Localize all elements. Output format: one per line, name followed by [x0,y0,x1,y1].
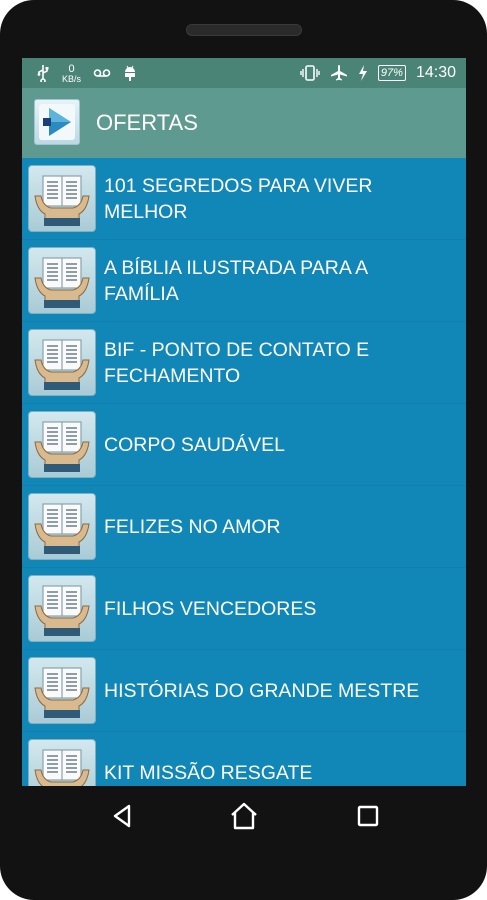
status-bar: 0 KB/s 97% 14:30 [22,58,466,88]
list-item[interactable]: 101 SEGREDOS PARA VIVER MELHOR [22,158,466,240]
data-speed-icon: 0 KB/s [62,63,81,83]
voicemail-icon [93,63,111,83]
play-arrow-logo-icon[interactable] [34,99,80,145]
list-item-label: KIT MISSÃO RESGATE [104,762,313,784]
offers-list: 101 SEGREDOS PARA VIVER MELHOR A BÍBLIA … [22,158,466,786]
list-item-label: 101 SEGREDOS PARA VIVER MELHOR [104,175,373,223]
data-speed-value: 0 [68,62,75,75]
page-title: OFERTAS [96,110,198,135]
open-book-hands-icon [28,165,96,232]
clock: 14:30 [415,64,456,81]
action-bar: OFERTAS [22,88,466,158]
list-item[interactable]: HISTÓRIAS DO GRANDE MESTRE [22,650,466,732]
list-item[interactable]: FELIZES NO AMOR [22,486,466,568]
recents-icon[interactable] [352,800,384,832]
list-item[interactable]: CORPO SAUDÁVEL [22,404,466,486]
open-book-hands-icon [28,657,96,724]
open-book-hands-icon [28,493,96,560]
airplane-icon [330,63,348,83]
list-item-label: FILHOS VENCEDORES [104,598,317,620]
system-nav-bar [0,786,487,846]
list-item-label: BIF - PONTO DE CONTATO E FECHAMENTO [104,339,370,387]
list-item-label: CORPO SAUDÁVEL [104,434,285,456]
list-item-label: A BÍBLIA ILUSTRADA PARA A FAMÍLIA [104,257,368,305]
back-icon[interactable] [106,800,138,832]
list-item-label: HISTÓRIAS DO GRANDE MESTRE [104,680,420,702]
home-icon[interactable] [228,800,260,832]
open-book-hands-icon [28,575,96,642]
vibrate-icon [300,63,320,83]
open-book-hands-icon [28,739,96,786]
charging-icon [358,63,368,83]
open-book-hands-icon [28,247,96,314]
usb-icon [36,63,50,83]
list-item[interactable]: KIT MISSÃO RESGATE [22,732,466,786]
android-debug-icon [123,63,137,83]
battery-indicator: 97% [377,65,406,81]
screen: 0 KB/s 97% 14:30 OFERTAS 101 SEGREDOS PA… [22,58,466,786]
open-book-hands-icon [28,411,96,478]
data-speed-unit: KB/s [62,73,82,84]
list-item[interactable]: BIF - PONTO DE CONTATO E FECHAMENTO [22,322,466,404]
list-item[interactable]: A BÍBLIA ILUSTRADA PARA A FAMÍLIA [22,240,466,322]
phone-frame: 0 KB/s 97% 14:30 OFERTAS 101 SEGREDOS PA… [0,0,487,900]
list-item-label: FELIZES NO AMOR [104,516,281,538]
list-item[interactable]: FILHOS VENCEDORES [22,568,466,650]
open-book-hands-icon [28,329,96,396]
speaker-grille [186,24,302,36]
